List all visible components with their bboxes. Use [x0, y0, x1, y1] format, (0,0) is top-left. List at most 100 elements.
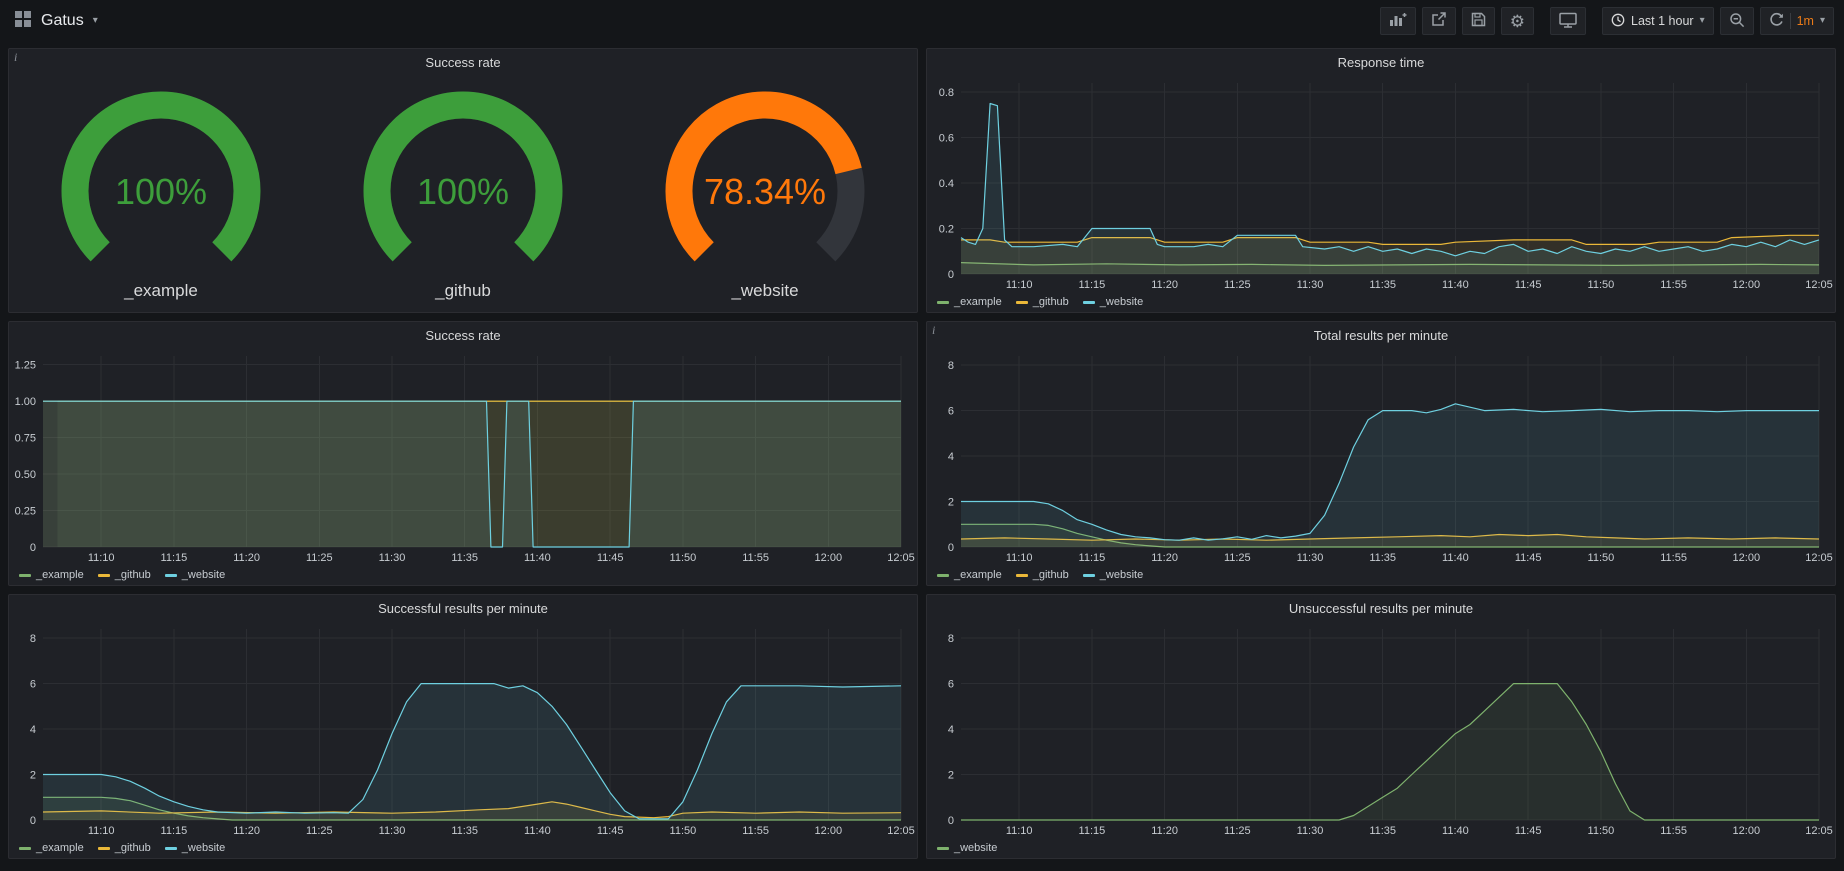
- dashboard-grid: Success rate 100%_example100%_github78.3…: [0, 42, 1844, 867]
- share-dashboard-button[interactable]: [1422, 7, 1456, 35]
- y-tick-label: 8: [30, 633, 36, 645]
- dashboard-settings-button[interactable]: ⚙: [1501, 7, 1534, 35]
- legend-item-_github[interactable]: _github: [98, 842, 151, 854]
- legend-item-_github[interactable]: _github: [98, 569, 151, 581]
- panel-body: 100%_example100%_github78.34%_website: [9, 75, 917, 312]
- chart-canvas[interactable]: 00.250.500.751.001.2511:1011:1511:2011:2…: [9, 348, 917, 565]
- x-tick-label: 11:20: [1151, 279, 1178, 291]
- refresh-interval-label[interactable]: 1m: [1797, 14, 1814, 28]
- chart-area[interactable]: 00.20.40.60.811:1011:1511:2011:2511:3011…: [927, 75, 1835, 292]
- legend-item-_website[interactable]: _website: [937, 842, 997, 854]
- panel-response-time: Response time 00.20.40.60.811:1011:1511:…: [926, 48, 1836, 313]
- legend-item-_example[interactable]: _example: [19, 842, 84, 854]
- panel-title[interactable]: Total results per minute: [927, 322, 1835, 348]
- x-tick-label: 11:10: [1006, 552, 1033, 564]
- x-tick-label: 11:20: [1151, 825, 1178, 837]
- panel-title[interactable]: Successful results per minute: [9, 595, 917, 621]
- dashboard-grid-icon[interactable]: [14, 10, 32, 33]
- y-tick-label: 4: [948, 451, 954, 463]
- y-tick-label: 0.2: [939, 224, 954, 236]
- x-tick-label: 11:15: [161, 825, 188, 837]
- legend-series-name: _example: [954, 296, 1002, 308]
- time-picker-button[interactable]: Last 1 hour ▾: [1602, 7, 1714, 35]
- save-dashboard-button[interactable]: [1462, 7, 1495, 35]
- settings-gear-icon: ⚙: [1510, 13, 1525, 30]
- series-_website: [43, 684, 901, 820]
- chart-canvas[interactable]: 0246811:1011:1511:2011:2511:3011:3511:40…: [9, 621, 917, 838]
- legend-item-_github[interactable]: _github: [1016, 296, 1069, 308]
- chart-area[interactable]: 0246811:1011:1511:2011:2511:3011:3511:40…: [9, 621, 917, 838]
- panel-info-icon[interactable]: i: [932, 323, 935, 338]
- x-tick-label: 11:30: [1297, 825, 1324, 837]
- y-tick-label: 0.6: [939, 133, 954, 145]
- x-tick-label: 12:05: [1805, 825, 1833, 837]
- legend: _example _github _website: [927, 292, 1835, 312]
- x-tick-label: 11:15: [1079, 279, 1106, 291]
- legend-item-_example[interactable]: _example: [937, 569, 1002, 581]
- panel-title[interactable]: Response time: [927, 49, 1835, 75]
- legend-series-name: _github: [115, 842, 151, 854]
- clock-icon: [1611, 13, 1625, 30]
- x-tick-label: 11:50: [1588, 825, 1615, 837]
- legend: _example _github _website: [9, 838, 917, 858]
- legend-item-_github[interactable]: _github: [1016, 569, 1069, 581]
- gauge-_github: 100%_github: [313, 87, 613, 301]
- panel-title[interactable]: Success rate: [9, 49, 917, 75]
- navbar-left: Gatus ▾: [14, 10, 98, 33]
- legend-swatch: [1016, 301, 1028, 304]
- x-tick-label: 12:05: [887, 552, 915, 564]
- x-tick-label: 11:55: [742, 552, 769, 564]
- y-tick-label: 4: [30, 724, 36, 736]
- legend-swatch: [98, 847, 110, 850]
- save-icon: [1471, 12, 1486, 30]
- y-tick-label: 6: [948, 406, 954, 418]
- zoom-out-time-button[interactable]: [1720, 7, 1754, 35]
- x-tick-label: 11:30: [1297, 552, 1324, 564]
- chart-area[interactable]: 0246811:1011:1511:2011:2511:3011:3511:40…: [927, 621, 1835, 838]
- chart-area[interactable]: 0246811:1011:1511:2011:2511:3011:3511:40…: [927, 348, 1835, 565]
- x-tick-label: 11:30: [1297, 279, 1324, 291]
- legend-item-_website[interactable]: _website: [165, 569, 225, 581]
- legend-swatch: [165, 847, 177, 850]
- add-panel-icon: [1389, 12, 1407, 30]
- chart-canvas[interactable]: 0246811:1011:1511:2011:2511:3011:3511:40…: [927, 348, 1835, 565]
- x-tick-label: 11:35: [451, 825, 478, 837]
- legend-item-_website[interactable]: _website: [1083, 569, 1143, 581]
- caret-down-icon[interactable]: ▾: [93, 16, 98, 26]
- caret-down-icon: ▾: [1700, 16, 1705, 26]
- dashboard-title[interactable]: Gatus: [41, 12, 84, 30]
- x-tick-label: 11:50: [1588, 279, 1615, 291]
- x-tick-label: 11:10: [88, 552, 115, 564]
- x-tick-label: 12:05: [1805, 279, 1833, 291]
- x-tick-label: 11:45: [1515, 825, 1542, 837]
- legend-item-_website[interactable]: _website: [1083, 296, 1143, 308]
- caret-down-icon[interactable]: ▾: [1820, 16, 1825, 26]
- legend-series-name: _website: [1100, 569, 1143, 581]
- panel-body: 00.20.40.60.811:1011:1511:2011:2511:3011…: [927, 75, 1835, 312]
- legend: _example _github _website: [9, 565, 917, 585]
- legend: _website: [927, 838, 1835, 858]
- legend-item-_example[interactable]: _example: [19, 569, 84, 581]
- refresh-button[interactable]: [1769, 12, 1784, 30]
- panel-title[interactable]: Unsuccessful results per minute: [927, 595, 1835, 621]
- x-tick-label: 11:15: [161, 552, 188, 564]
- x-tick-label: 11:35: [451, 552, 478, 564]
- chart-canvas[interactable]: 00.20.40.60.811:1011:1511:2011:2511:3011…: [927, 75, 1835, 292]
- x-tick-label: 11:50: [670, 825, 697, 837]
- legend-item-_example[interactable]: _example: [937, 296, 1002, 308]
- panel-info-icon[interactable]: i: [14, 50, 17, 65]
- cycle-view-mode-button[interactable]: [1550, 7, 1586, 35]
- legend-series-name: _github: [115, 569, 151, 581]
- legend-series-name: _example: [36, 569, 84, 581]
- chart-area[interactable]: 00.250.500.751.001.2511:1011:1511:2011:2…: [9, 348, 917, 565]
- chart-canvas[interactable]: 0246811:1011:1511:2011:2511:3011:3511:40…: [927, 621, 1835, 838]
- add-panel-button[interactable]: [1380, 7, 1416, 35]
- panel-title-text: Total results per minute: [1314, 328, 1448, 343]
- legend-item-_website[interactable]: _website: [165, 842, 225, 854]
- x-tick-label: 11:30: [379, 825, 406, 837]
- panel-title[interactable]: Success rate: [9, 322, 917, 348]
- gauge-_website: 78.34%_website: [615, 87, 915, 301]
- x-tick-label: 11:25: [306, 825, 333, 837]
- gauge-value: 100%: [417, 171, 509, 212]
- gauge-row: 100%_example100%_github78.34%_website: [9, 75, 917, 312]
